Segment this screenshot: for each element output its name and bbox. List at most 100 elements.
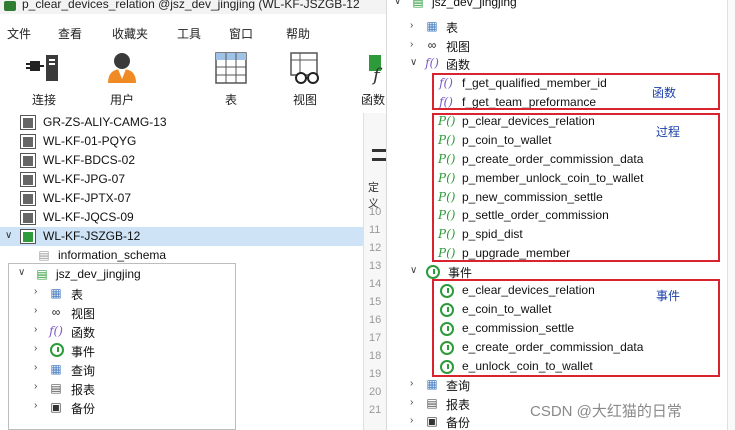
chevron-down-icon[interactable]: ∨ [394, 0, 404, 7]
tree-item-label: information_schema [58, 248, 167, 262]
chevron-down-icon[interactable]: ∨ [410, 265, 420, 276]
chevron-right-icon[interactable]: › [410, 397, 420, 408]
menu-tools[interactable]: 工具 [177, 25, 201, 42]
line-number: 11 [369, 224, 381, 236]
connection-item[interactable]: WL-KF-BDCS-02 [0, 151, 386, 170]
function-icon: f() [425, 56, 439, 70]
tree-item-label: 备份 [446, 416, 471, 430]
tree-item-label: 表 [446, 21, 459, 35]
connection-name: WL-KF-JQCS-09 [43, 210, 134, 224]
annotation-label-functions: 函数 [652, 86, 677, 100]
menu-file[interactable]: 文件 [7, 25, 31, 42]
chevron-down-icon[interactable]: ∨ [5, 230, 12, 241]
connection-name: WL-KF-01-PQYG [43, 134, 137, 148]
connection-name: GR-ZS-ALIY-CAMG-13 [43, 115, 167, 129]
editor-gutter: 定义 10 11 12 13 14 15 16 17 18 19 20 21 [363, 113, 386, 430]
menu-favorites[interactable]: 收藏夹 [112, 25, 148, 42]
connection-item[interactable]: WL-KF-JPG-07 [0, 170, 386, 189]
table-icon: ▦ [50, 286, 62, 300]
function-icon: f() [49, 324, 63, 338]
tree-item-label: jsz_dev_jingjing [56, 267, 141, 281]
database-icon: ▤ [412, 0, 424, 9]
connection-name: WL-KF-JPTX-07 [43, 191, 132, 205]
tree-item-views[interactable]: › ∞ 视图 [8, 303, 236, 322]
menu-bar: 文件 查看 收藏夹 工具 窗口 帮助 [0, 22, 386, 42]
tree-item-backup[interactable]: › ▣ 备份 [8, 398, 236, 417]
chevron-down-icon[interactable]: ∨ [18, 267, 28, 278]
tree-item-label: 报表 [71, 383, 96, 397]
connection-item[interactable]: GR-ZS-ALIY-CAMG-13 [0, 113, 386, 132]
view-icon: ∞ [427, 38, 437, 52]
toolbar-connect-button[interactable]: 连接 [19, 47, 70, 109]
chevron-right-icon[interactable]: › [34, 286, 44, 297]
query-icon: ▦ [426, 377, 438, 391]
tree-item-query[interactable]: › ▦ 查询 [388, 376, 728, 394]
tree-item-functions[interactable]: › f() 函数 [8, 322, 236, 341]
chevron-right-icon[interactable]: › [410, 415, 420, 426]
toolbar-table-button[interactable]: 表 [206, 47, 256, 109]
line-number: 14 [369, 278, 382, 290]
event-icon [50, 343, 64, 357]
connection-icon [20, 115, 36, 130]
line-number: 18 [369, 350, 382, 362]
toolbar-view-label: 视图 [292, 93, 317, 107]
tree-item-database[interactable]: ∨ ▤ jsz_dev_jingjing [388, 0, 728, 12]
annotation-label-procedures: 过程 [656, 125, 681, 139]
tree-item-functions[interactable]: ∨ f() 函数 [388, 55, 728, 73]
annotation-box-functions [432, 73, 720, 110]
watermark: CSDN @大红猫的日常 [530, 403, 682, 420]
tree-item-views[interactable]: › ∞ 视图 [388, 37, 728, 55]
database-icon: ▤ [36, 267, 48, 281]
connection-item-active[interactable]: ∨ WL-KF-JSZGB-12 [0, 227, 386, 246]
toolbar-view-button[interactable]: 视图 [280, 47, 330, 109]
connection-icon [20, 210, 36, 225]
chevron-right-icon[interactable]: › [34, 343, 44, 354]
tree-item-events[interactable]: › 事件 [8, 341, 236, 360]
tree-item-database[interactable]: ∨ ▤ jsz_dev_jingjing [8, 265, 236, 284]
report-icon: ▤ [426, 396, 438, 410]
tree-item-label: 视图 [71, 307, 96, 321]
toolbar: 连接 用户 表 视图 f 函数 [0, 47, 386, 109]
table-icon: ▦ [426, 19, 438, 33]
view-icon [287, 51, 323, 85]
chevron-right-icon[interactable]: › [410, 378, 420, 389]
view-icon: ∞ [51, 305, 61, 319]
annotation-label-events: 事件 [656, 289, 681, 303]
connection-icon [20, 191, 36, 206]
menu-view[interactable]: 查看 [58, 25, 82, 42]
tree-item-label: 备份 [71, 402, 96, 416]
connection-item[interactable]: WL-KF-JQCS-09 [0, 208, 386, 227]
menu-help[interactable]: 帮助 [286, 25, 310, 42]
line-number: 16 [369, 314, 382, 326]
menu-lines-icon[interactable] [372, 149, 386, 161]
connection-item[interactable]: WL-KF-01-PQYG [0, 132, 386, 151]
connection-icon [20, 153, 36, 168]
tree-item-query[interactable]: › ▦ 查询 [8, 360, 236, 379]
toolbar-function-button[interactable]: f 函数 [355, 47, 386, 109]
connection-item[interactable]: WL-KF-JPTX-07 [0, 189, 386, 208]
tree-item-label: 查询 [446, 379, 471, 393]
chevron-right-icon[interactable]: › [34, 362, 44, 373]
tree-item-label: 表 [71, 288, 84, 302]
toolbar-user-button[interactable]: 用户 [97, 47, 147, 109]
tree-item-label: 报表 [446, 398, 471, 412]
tree-item-label: 事件 [71, 345, 96, 359]
chevron-down-icon[interactable]: ∨ [410, 57, 420, 68]
chevron-right-icon[interactable]: › [410, 39, 420, 50]
title-bar: p_clear_devices_relation @jsz_dev_jingji… [0, 0, 386, 14]
line-number: 13 [369, 260, 382, 272]
menu-window[interactable]: 窗口 [229, 25, 253, 42]
chevron-right-icon[interactable]: › [34, 305, 44, 316]
chevron-right-icon[interactable]: › [34, 400, 44, 411]
tree-item-label: 函数 [446, 58, 471, 72]
tree-item-tables[interactable]: › ▦ 表 [8, 284, 236, 303]
database-icon: ▤ [38, 248, 50, 262]
chevron-right-icon[interactable]: › [410, 20, 420, 31]
chevron-right-icon[interactable]: › [34, 324, 44, 335]
svg-text:f: f [371, 65, 383, 85]
report-icon: ▤ [50, 381, 62, 395]
tree-item-tables[interactable]: › ▦ 表 [388, 18, 728, 36]
tree-item-reports[interactable]: › ▤ 报表 [8, 379, 236, 398]
toolbar-user-label: 用户 [109, 93, 134, 107]
chevron-right-icon[interactable]: › [34, 381, 44, 392]
